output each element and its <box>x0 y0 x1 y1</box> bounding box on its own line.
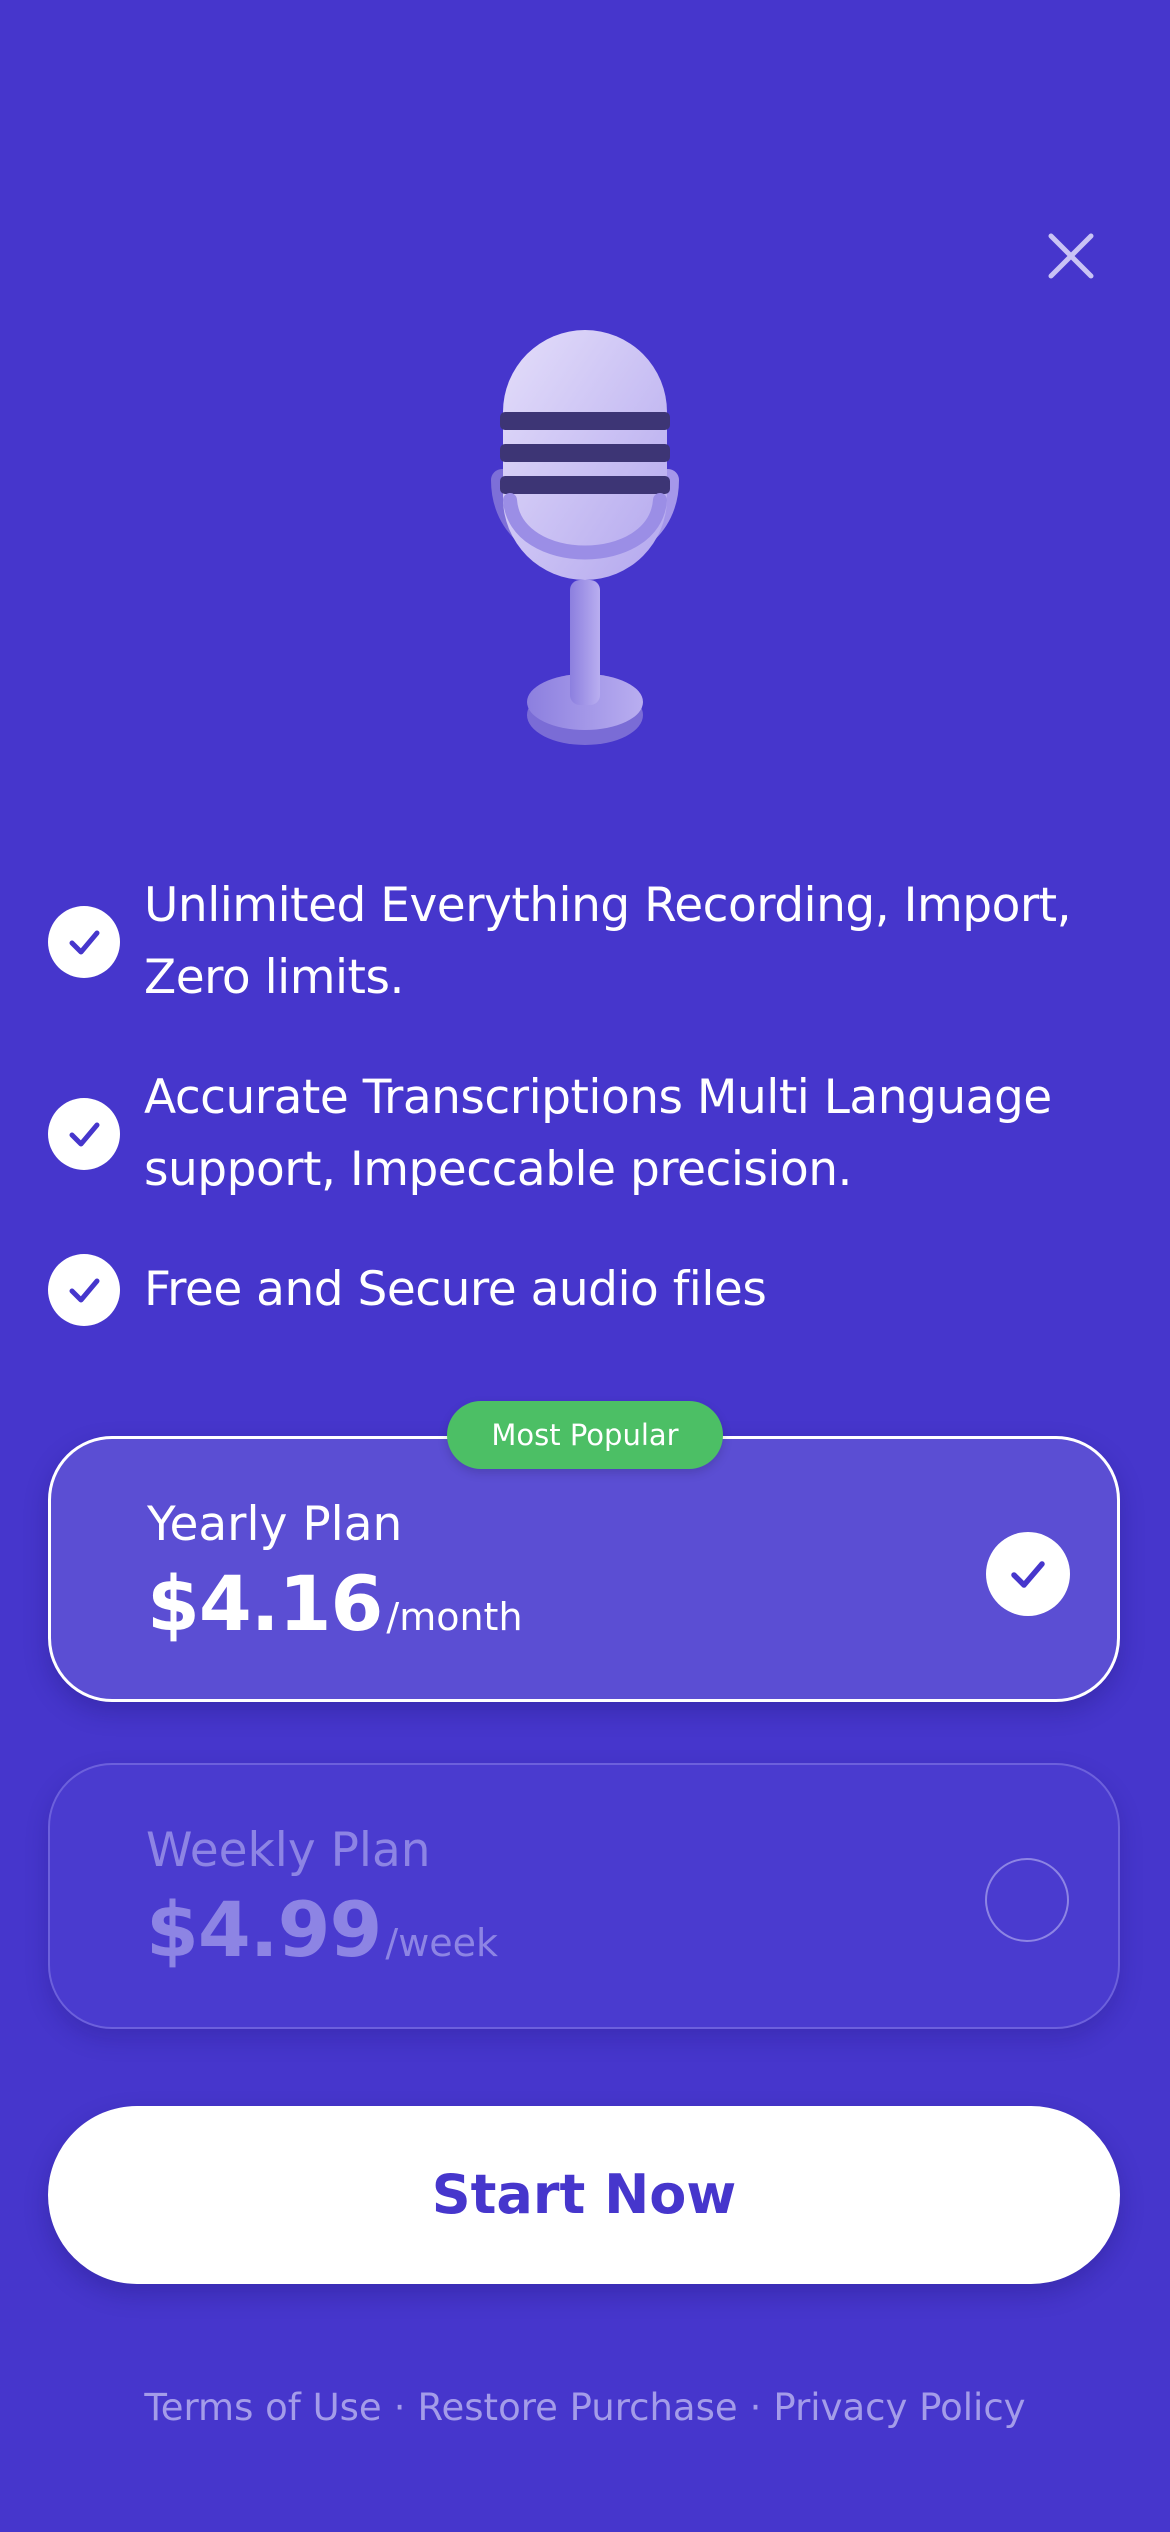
privacy-policy-link[interactable]: Privacy Policy <box>773 2386 1025 2429</box>
restore-purchase-link[interactable]: Restore Purchase <box>417 2386 737 2429</box>
weekly-plan-option[interactable]: Weekly Plan $4.99 /week <box>48 1763 1120 2029</box>
feature-text: Accurate Transcriptions Multi Language s… <box>144 1070 1052 1197</box>
yearly-plan-option[interactable]: Yearly Plan $4.16 /month <box>48 1436 1120 1702</box>
feature-item: Unlimited Everything Recording, Import, … <box>48 870 1128 1014</box>
close-button[interactable] <box>1035 220 1107 292</box>
check-icon <box>1011 1561 1045 1588</box>
price-row: $4.99 /week <box>146 1885 498 1975</box>
footer-links: Terms of Use · Restore Purchase · Privacy Po… <box>0 2378 1170 2438</box>
check-icon <box>48 906 120 978</box>
selected-radio[interactable] <box>986 1532 1070 1616</box>
plan-name: Yearly Plan <box>147 1497 403 1552</box>
feature-item: Free and Secure audio files <box>48 1254 1128 1326</box>
microphone-icon <box>491 330 679 745</box>
feature-text: Free and Secure audio files <box>144 1262 767 1317</box>
plan-period: /week <box>385 1921 499 1965</box>
unselected-radio[interactable] <box>985 1858 1069 1942</box>
footer-separator: · <box>749 2386 762 2429</box>
plan-price: $4.16 <box>147 1559 383 1648</box>
feature-item: Accurate Transcriptions Multi Language s… <box>48 1062 1128 1206</box>
check-icon <box>48 1098 120 1170</box>
feature-list: Unlimited Everything Recording, Import, … <box>48 870 1128 1374</box>
hero-illustration <box>470 320 700 760</box>
close-icon <box>1048 233 1094 279</box>
price-row: $4.16 /month <box>147 1559 523 1649</box>
terms-of-use-link[interactable]: Terms of Use <box>144 2386 381 2429</box>
start-now-button[interactable]: Start Now <box>48 2106 1120 2284</box>
plan-price: $4.99 <box>146 1885 382 1974</box>
plan-name: Weekly Plan <box>146 1823 431 1878</box>
plan-period: /month <box>386 1595 523 1639</box>
check-icon <box>48 1254 120 1326</box>
footer-separator: · <box>393 2386 406 2429</box>
most-popular-badge: Most Popular <box>447 1401 723 1469</box>
feature-text: Unlimited Everything Recording, Import, … <box>144 878 1072 1005</box>
